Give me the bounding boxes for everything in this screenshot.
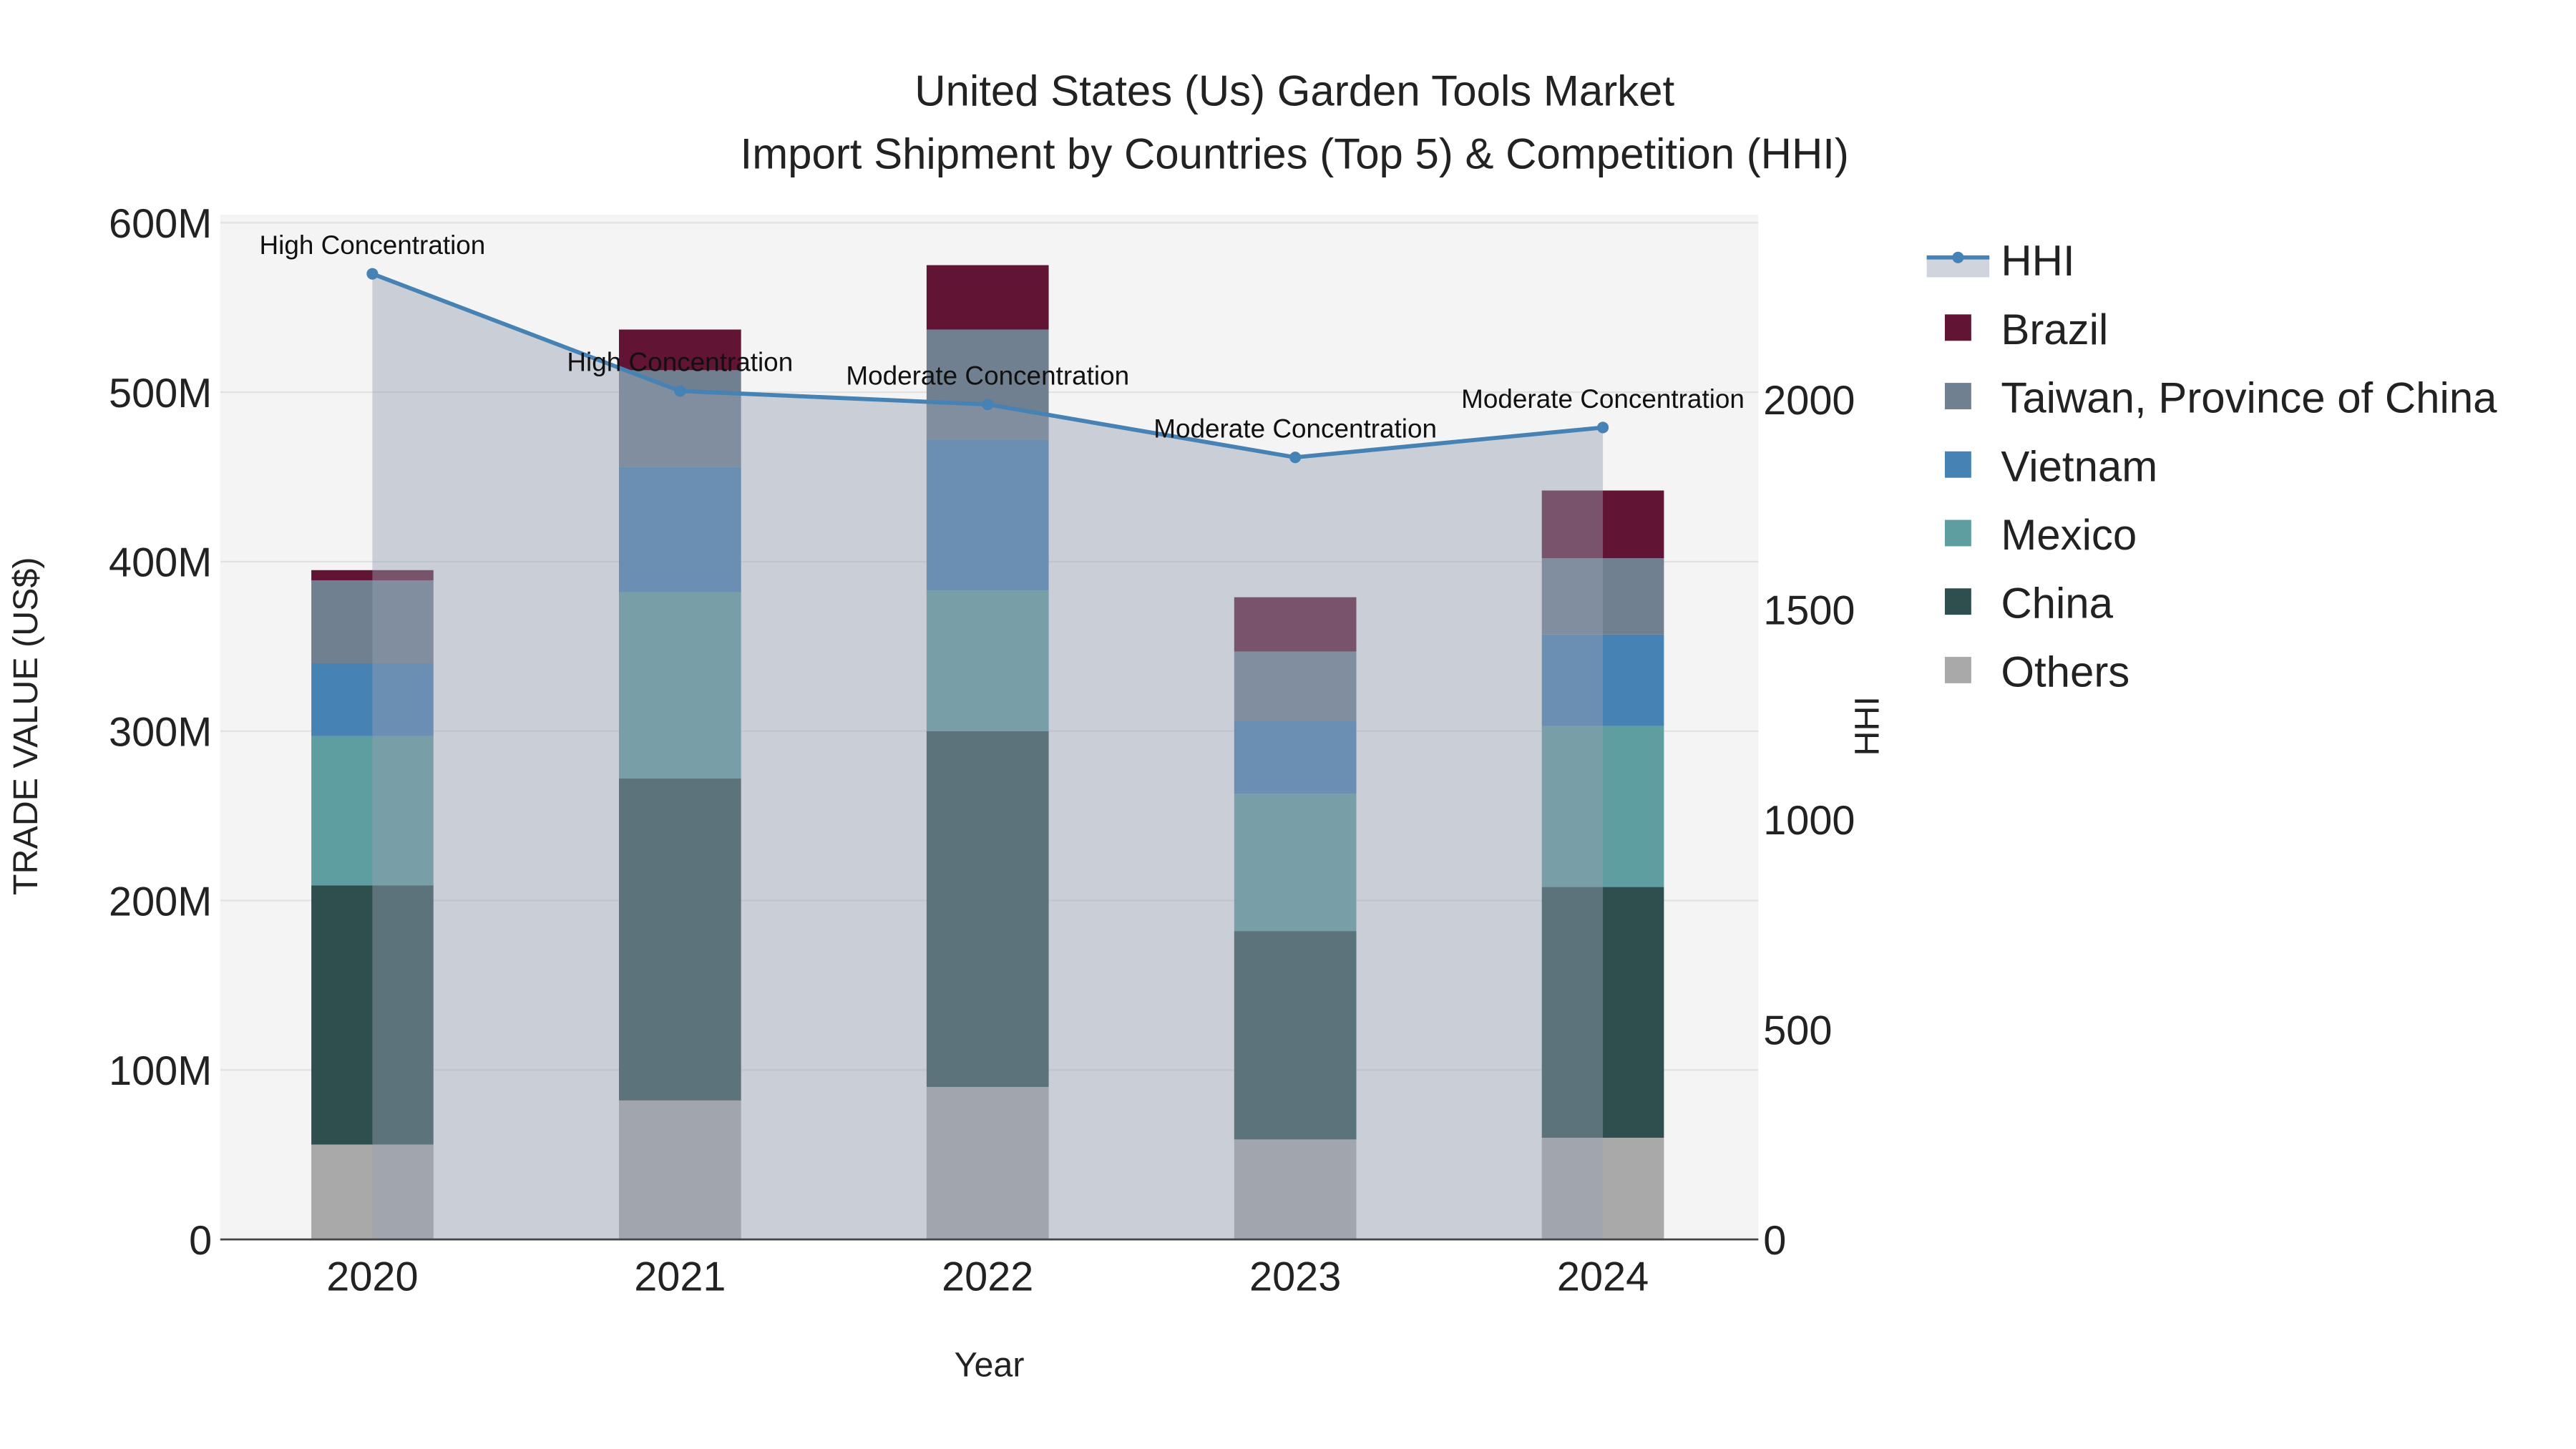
y-tick-label: 600M (109, 201, 212, 247)
hhi-annotation: Moderate Concentration (1153, 414, 1437, 443)
y-axis-label: TRADE VALUE (US$) (6, 557, 45, 895)
legend-label-others: Others (2001, 648, 2129, 696)
y2-tick-label: 1000 (1763, 798, 1855, 844)
hhi-point-2024 (1596, 421, 1609, 434)
legend-swatch-vietnam (1944, 451, 1971, 478)
legend-swatch-mexico (1944, 519, 1971, 547)
y2-tick-label: 1500 (1763, 587, 1855, 633)
y-tick-label: 200M (109, 879, 212, 924)
chart-title-line1: United States (Us) Garden Tools Market (914, 67, 1674, 115)
chart-title-line2: Import Shipment by Countries (Top 5) & C… (741, 130, 1849, 177)
x-tick-label: 2023 (1249, 1254, 1341, 1300)
legend-swatch-taiwan-province-of-china (1944, 383, 1971, 409)
y-tick-label: 100M (109, 1048, 212, 1094)
y2-tick-label: 0 (1763, 1218, 1786, 1264)
y-tick-label: 300M (109, 709, 212, 755)
x-tick-label: 2021 (634, 1254, 726, 1300)
y2-tick-label: 2000 (1763, 378, 1855, 424)
legend-label-taiwan-province-of-china: Taiwan, Province of China (2001, 374, 2497, 422)
hhi-annotation: Moderate Concentration (846, 361, 1129, 391)
y-tick-label: 500M (109, 371, 212, 416)
hhi-point-2021 (674, 385, 686, 397)
x-tick-label: 2020 (326, 1254, 418, 1300)
hhi-point-2022 (982, 399, 994, 411)
legend-label-vietnam: Vietnam (2001, 442, 2157, 490)
hhi-point-2023 (1289, 452, 1302, 464)
x-tick-label: 2024 (1557, 1254, 1649, 1300)
legend-swatch-brazil (1944, 314, 1971, 341)
bar-brazil-2022 (926, 265, 1049, 330)
x-tick-label: 2022 (942, 1254, 1033, 1300)
y2-tick-label: 500 (1763, 1008, 1832, 1053)
legend-label-china: China (2001, 580, 2113, 628)
hhi-annotation: Moderate Concentration (1461, 384, 1745, 414)
y-tick-label: 0 (189, 1218, 212, 1264)
legend-swatch-china (1944, 588, 1971, 615)
hhi-annotation: High Concentration (567, 348, 793, 377)
y2-axis-label: HHI (1848, 696, 1887, 756)
y-tick-label: 400M (109, 540, 212, 586)
legend-label-brazil: Brazil (2001, 306, 2108, 353)
hhi-point-2020 (366, 268, 379, 280)
legend-swatch-others (1944, 656, 1971, 683)
chart: United States (Us) Garden Tools Market I… (6, 67, 2497, 1385)
legend-label-mexico: Mexico (2001, 511, 2137, 559)
x-axis-label: Year (955, 1346, 1025, 1385)
legend-hhi-marker (1952, 251, 1964, 263)
legend-label-hhi: HHI (2001, 237, 2074, 285)
hhi-annotation: High Concentration (260, 230, 486, 260)
